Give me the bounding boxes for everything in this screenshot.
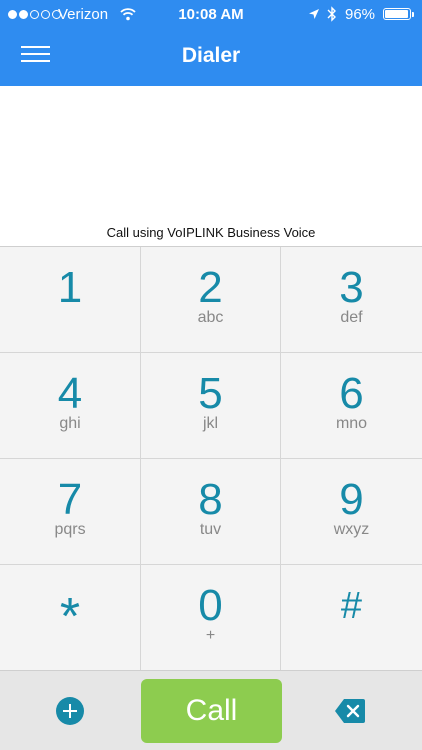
key-digit: 5: [198, 369, 223, 418]
key-2[interactable]: 2 abc: [141, 247, 281, 353]
backspace-icon[interactable]: [334, 697, 366, 725]
battery-percent: 96%: [345, 6, 376, 23]
key-3[interactable]: 3 def: [281, 247, 422, 353]
key-letters: def: [340, 309, 363, 326]
key-digit: 1: [57, 263, 83, 312]
key-0[interactable]: 0 +: [141, 565, 281, 671]
key-digit: 3: [339, 263, 364, 312]
bluetooth-icon: [327, 6, 336, 22]
key-digit: 2: [198, 263, 223, 312]
key-digit: 8: [198, 475, 223, 524]
key-digit: #: [340, 585, 363, 627]
key-digit: 6: [339, 369, 364, 418]
location-arrow-icon: [309, 9, 319, 19]
key-star[interactable]: *: [0, 565, 141, 671]
key-8[interactable]: 8 tuv: [141, 459, 281, 565]
dial-keypad: 1 2 abc 3 def 4 ghi 5 jkl 6 mno 7 pqrs 8…: [0, 246, 422, 671]
key-digit: 4: [57, 369, 83, 418]
key-hash[interactable]: #: [281, 565, 422, 671]
key-digit: *: [59, 588, 81, 646]
app-header: Verizon 10:08 AM 96% Dialer: [0, 0, 422, 86]
plus-circle-icon[interactable]: [56, 697, 84, 725]
key-letters: jkl: [202, 415, 219, 432]
number-display[interactable]: Call using VoIPLINK Business Voice: [0, 86, 422, 246]
call-button[interactable]: Call: [141, 679, 282, 743]
key-digit: 9: [339, 475, 364, 524]
battery-tip: [412, 12, 414, 17]
key-digit: 0: [198, 581, 223, 630]
key-1[interactable]: 1: [0, 247, 141, 353]
key-9[interactable]: 9 wxyz: [281, 459, 422, 565]
page-title: Dialer: [181, 44, 241, 67]
battery-fill: [385, 10, 409, 18]
bottom-action-bar: Call: [0, 670, 422, 750]
key-letters: tuv: [199, 521, 222, 538]
key-letters: abc: [197, 309, 224, 326]
key-7[interactable]: 7 pqrs: [0, 459, 141, 565]
key-6[interactable]: 6 mno: [281, 353, 422, 459]
key-4[interactable]: 4 ghi: [0, 353, 141, 459]
call-using-label: Call using VoIPLINK Business Voice: [106, 225, 316, 240]
key-letters: +: [205, 627, 216, 644]
key-5[interactable]: 5 jkl: [141, 353, 281, 459]
status-bar: Verizon 10:08 AM 96%: [0, 0, 422, 30]
key-letters: pqrs: [54, 521, 86, 538]
battery-icon: [383, 8, 414, 20]
key-digit: 7: [57, 475, 83, 524]
key-letters: ghi: [59, 415, 81, 432]
key-letters: wxyz: [333, 521, 370, 538]
key-letters: mno: [335, 415, 368, 432]
